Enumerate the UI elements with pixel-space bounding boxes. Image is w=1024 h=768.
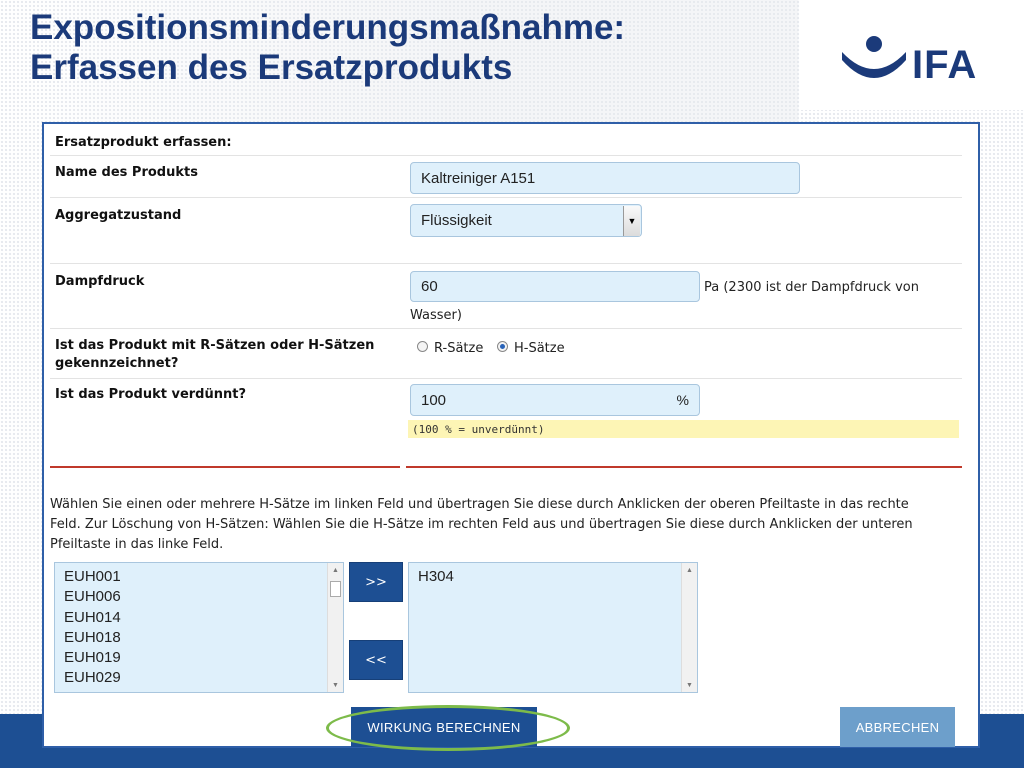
list-item[interactable]: EUH029 bbox=[64, 668, 121, 688]
instructions-line3: Pfeiltaste in das linke Feld. bbox=[50, 537, 224, 552]
aggregate-label: Aggregatzustand bbox=[55, 208, 182, 223]
scroll-down-icon[interactable]: ▼ bbox=[328, 678, 343, 692]
available-h-statements-list[interactable]: EUH001 EUH006 EUH014 EUH018 EUH019 EUH02… bbox=[54, 562, 344, 693]
list-item[interactable]: H304 bbox=[418, 567, 454, 587]
radio-r-saetze[interactable] bbox=[417, 341, 428, 352]
radio-h-saetze[interactable] bbox=[497, 341, 508, 352]
divider bbox=[50, 263, 962, 264]
radio-h-saetze-label[interactable]: H-Sätze bbox=[514, 340, 565, 358]
scroll-up-icon[interactable]: ▲ bbox=[682, 563, 697, 577]
selected-h-statements-items: H304 bbox=[418, 567, 454, 587]
selected-h-statements-list[interactable]: H304 ▲ ▼ bbox=[408, 562, 698, 693]
dilution-input[interactable]: 100 % bbox=[410, 384, 700, 416]
aggregate-select[interactable]: Flüssigkeit ▼ bbox=[410, 204, 642, 237]
vapor-pressure-label: Dampfdruck bbox=[55, 274, 145, 289]
vapor-pressure-unit-note: Pa (2300 ist der Dampfdruck von bbox=[704, 280, 919, 295]
product-name-label: Name des Produkts bbox=[55, 165, 198, 180]
aggregate-selected-value: Flüssigkeit bbox=[421, 212, 492, 229]
vapor-pressure-input[interactable]: 60 bbox=[410, 271, 700, 302]
cancel-button[interactable]: ABBRECHEN bbox=[840, 707, 955, 747]
scroll-down-icon[interactable]: ▼ bbox=[682, 678, 697, 692]
list-item[interactable]: EUH006 bbox=[64, 587, 121, 607]
radio-r-saetze-label[interactable]: R-Sätze bbox=[434, 340, 483, 358]
divider bbox=[50, 155, 962, 156]
slide-title-line2: Erfassen des Ersatzprodukts bbox=[30, 48, 513, 87]
section-title: Ersatzprodukt erfassen: bbox=[55, 135, 232, 150]
list-item[interactable]: EUH018 bbox=[64, 628, 121, 648]
scroll-thumb[interactable] bbox=[330, 581, 341, 597]
dilution-label: Ist das Produkt verdünnt? bbox=[55, 387, 247, 402]
divider bbox=[50, 328, 962, 329]
highlight-annotation bbox=[326, 705, 570, 751]
list-item[interactable]: EUH001 bbox=[64, 567, 121, 587]
available-list-scrollbar[interactable]: ▲ ▼ bbox=[327, 563, 343, 692]
slide-title: Expositionsminderungsmaßnahme: Erfassen … bbox=[30, 8, 790, 88]
list-item[interactable]: EUH019 bbox=[64, 648, 121, 668]
logo-text: IFA bbox=[912, 43, 978, 87]
section-divider-left bbox=[50, 466, 400, 468]
divider bbox=[50, 197, 962, 198]
labeling-label-line1: Ist das Produkt mit R-Sätzen oder H-Sätz… bbox=[55, 338, 375, 353]
vapor-pressure-unit-note-cont: Wasser) bbox=[410, 308, 462, 323]
chevron-down-icon[interactable]: ▼ bbox=[623, 206, 640, 236]
list-item[interactable]: EUH014 bbox=[64, 608, 121, 628]
available-h-statements-items: EUH001 EUH006 EUH014 EUH018 EUH019 EUH02… bbox=[64, 567, 121, 689]
dilution-hint: (100 % = unverdünnt) bbox=[408, 420, 959, 438]
instructions-line1: Wählen Sie einen oder mehrere H-Sätze im… bbox=[50, 497, 909, 512]
labeling-label-line2: gekennzeichnet? bbox=[55, 356, 179, 371]
product-name-input[interactable]: Kaltreiniger A151 bbox=[410, 162, 800, 194]
divider bbox=[50, 378, 962, 379]
dilution-unit: % bbox=[676, 392, 689, 408]
section-divider-right bbox=[406, 466, 962, 468]
dilution-value: 100 bbox=[421, 391, 447, 409]
slide-title-line1: Expositionsminderungsmaßnahme: bbox=[30, 8, 626, 47]
instructions-line2: Feld. Zur Löschung von H-Sätzen: Wählen … bbox=[50, 517, 913, 532]
scroll-up-icon[interactable]: ▲ bbox=[328, 563, 343, 577]
move-right-button[interactable]: >> bbox=[349, 562, 403, 602]
selected-list-scrollbar[interactable]: ▲ ▼ bbox=[681, 563, 697, 692]
move-left-button[interactable]: << bbox=[349, 640, 403, 680]
